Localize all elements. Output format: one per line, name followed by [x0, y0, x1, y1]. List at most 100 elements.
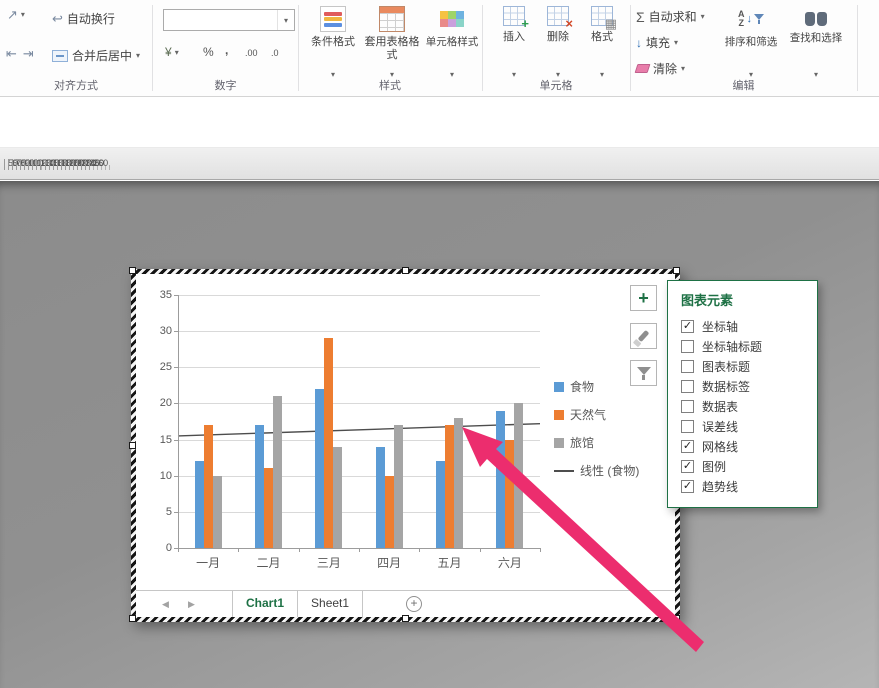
chart-element-item[interactable]: ✓ 趋势线 — [668, 476, 817, 496]
cell-styles-button[interactable]: 单元格样式 ▾ — [424, 2, 480, 84]
bar[interactable] — [454, 417, 463, 548]
bar[interactable] — [393, 425, 403, 548]
checkbox-4[interactable] — [681, 399, 694, 413]
legend-item[interactable]: 食物 — [554, 378, 639, 395]
decrease-decimal-button[interactable]: .0 — [271, 48, 279, 58]
bar[interactable] — [203, 425, 213, 548]
legend-label: 天然气 — [570, 408, 607, 422]
bar[interactable] — [333, 446, 343, 548]
chart-filters-button[interactable] — [630, 360, 657, 386]
x-axis-label: 四月 — [377, 556, 402, 570]
bar[interactable] — [324, 338, 334, 548]
selection-handle[interactable] — [129, 267, 136, 274]
legend-item[interactable]: 天然气 — [554, 406, 639, 423]
bar[interactable] — [384, 475, 394, 548]
sheet-nav-right-icon[interactable]: ▶ — [188, 599, 195, 610]
bar[interactable] — [264, 468, 273, 548]
text-orientation-button[interactable]: ↗ ▾ — [7, 8, 25, 21]
checkbox-6[interactable]: ✓ — [681, 439, 694, 453]
legend-item[interactable]: 旅馆 — [554, 434, 639, 451]
conditional-formatting-button[interactable]: 条件格式 ▾ — [306, 2, 360, 84]
increase-decimal-icon: .00 — [245, 48, 258, 58]
chart-element-item[interactable]: 数据标签 — [668, 376, 817, 396]
selection-handle[interactable] — [129, 615, 136, 622]
ribbon-group-alignment: ↗ ▾ ⇤ ⇥ ↩ 自动换行 合并后居中 ▾ 对齐方式 — [0, 0, 152, 96]
bar[interactable] — [496, 410, 506, 548]
checkbox-3[interactable] — [681, 379, 694, 393]
ruler-tick — [36, 159, 38, 170]
chart-element-item[interactable]: ✓ 图例 — [668, 456, 817, 476]
legend-swatch — [554, 381, 564, 392]
y-axis-label: 20 — [159, 397, 172, 410]
selection-handle[interactable] — [402, 267, 409, 274]
checkbox-7[interactable]: ✓ — [681, 459, 694, 473]
bar[interactable] — [273, 396, 282, 548]
ruler-tick — [56, 159, 58, 170]
bar[interactable] — [194, 461, 204, 548]
ruler-tick — [89, 159, 91, 170]
accounting-format-button[interactable]: ¥ ▾ — [165, 46, 179, 58]
new-sheet-button[interactable]: + — [406, 596, 422, 612]
increase-decimal-button[interactable]: .00 — [245, 48, 258, 58]
selection-handle[interactable] — [402, 615, 409, 622]
selection-handle[interactable] — [673, 267, 680, 274]
chart-element-item[interactable]: 图表标题 — [668, 356, 817, 376]
chart-element-item[interactable]: ✓ 坐标轴 — [668, 316, 817, 336]
comma-style-button[interactable]: , — [225, 44, 228, 56]
selection-handle[interactable] — [129, 442, 136, 449]
legend[interactable]: 食物天然气旅馆线性 (食物) — [554, 378, 639, 479]
checkbox-5[interactable] — [681, 419, 694, 433]
bar[interactable] — [255, 425, 264, 548]
chart-element-item[interactable]: 误差线 — [668, 416, 817, 436]
checkbox-1[interactable] — [681, 339, 694, 353]
format-as-table-button[interactable]: 套用表格格式 ▾ — [362, 2, 422, 84]
y-axis-label: 30 — [159, 325, 172, 338]
ruler[interactable]: 5060708090100110120130140150160170180190… — [0, 147, 879, 180]
chart-content[interactable]: 食物 天然气 旅馆 线性 (食物) 0 5 10 15 20 25 30 35 一月 二月 三月 四月 五月 六… — [136, 274, 675, 590]
chart-element-label: 数据表 — [702, 399, 739, 414]
bar[interactable] — [212, 475, 222, 548]
sheet-tab-sheet1[interactable]: Sheet1 — [298, 591, 364, 617]
y-axis-label: 5 — [165, 505, 172, 518]
delete-cells-button[interactable]: × 删除 ▾ — [538, 2, 578, 84]
chevron-down-icon: ▾ — [174, 47, 179, 57]
chart-element-item[interactable]: 坐标轴标题 — [668, 336, 817, 356]
find-select-button[interactable]: 查找和选择 ▾ — [784, 2, 848, 84]
checkbox-8[interactable]: ✓ — [681, 479, 694, 493]
fill-button[interactable]: ↓ 填充 ▾ — [636, 34, 678, 51]
indent-buttons[interactable]: ⇤ ⇥ — [6, 47, 34, 60]
autosum-button[interactable]: Σ 自动求和 ▾ — [636, 8, 705, 25]
bar[interactable] — [445, 425, 454, 548]
bar[interactable] — [505, 439, 515, 548]
bar[interactable] — [375, 446, 385, 548]
chevron-down-icon[interactable]: ▾ — [277, 10, 294, 30]
group-label-alignment: 对齐方式 — [54, 80, 98, 92]
bar[interactable] — [436, 461, 445, 548]
chart-element-label: 数据标签 — [702, 379, 751, 394]
bar[interactable] — [514, 403, 524, 548]
wrap-text-button[interactable]: ↩ 自动换行 — [52, 10, 115, 27]
sort-filter-button[interactable]: AZ ↓ 排序和筛选 ▾ — [722, 2, 780, 84]
chart-element-item[interactable]: ✓ 网格线 — [668, 436, 817, 456]
chart-elements-list: ✓ 坐标轴 坐标轴标题 图表标题数据标签数据表误差线 ✓ 网格线 ✓ 图例 ✓ 趋势线 — [668, 316, 817, 496]
format-cells-button[interactable]: ▦ 格式 ▾ — [582, 2, 622, 84]
sheet-nav-left-icon[interactable]: ◀ — [162, 599, 169, 610]
ribbon-group-styles: 条件格式 ▾ 套用表格格式 ▾ 单元格样式 ▾ 样式 — [298, 0, 482, 96]
clear-button[interactable]: 清除 ▾ — [634, 60, 685, 77]
chart-styles-button[interactable] — [630, 323, 657, 349]
checkbox-2[interactable] — [681, 359, 694, 373]
checkbox-0[interactable]: ✓ — [681, 319, 694, 333]
legend-item-trendline[interactable]: 线性 (食物) — [554, 462, 639, 479]
percent-style-button[interactable]: % — [203, 46, 214, 58]
bar[interactable] — [315, 388, 325, 548]
chart-elements-button[interactable]: + — [630, 285, 657, 311]
merge-center-button[interactable]: 合并后居中 ▾ — [52, 47, 140, 64]
gridline — [178, 367, 540, 369]
insert-cells-button[interactable]: + 插入 ▾ — [494, 2, 534, 84]
chart-window[interactable]: 食物 天然气 旅馆 线性 (食物) 0 5 10 15 20 25 30 35 一月 二月 三月 四月 五月 六… — [129, 267, 680, 622]
selection-handle[interactable] — [673, 615, 680, 622]
delete-label: 删除 — [547, 31, 569, 43]
number-format-combobox[interactable]: ▾ — [163, 9, 295, 31]
chart-element-item[interactable]: 数据表 — [668, 396, 817, 416]
sheet-tab-chart1[interactable]: Chart1 — [232, 591, 299, 617]
